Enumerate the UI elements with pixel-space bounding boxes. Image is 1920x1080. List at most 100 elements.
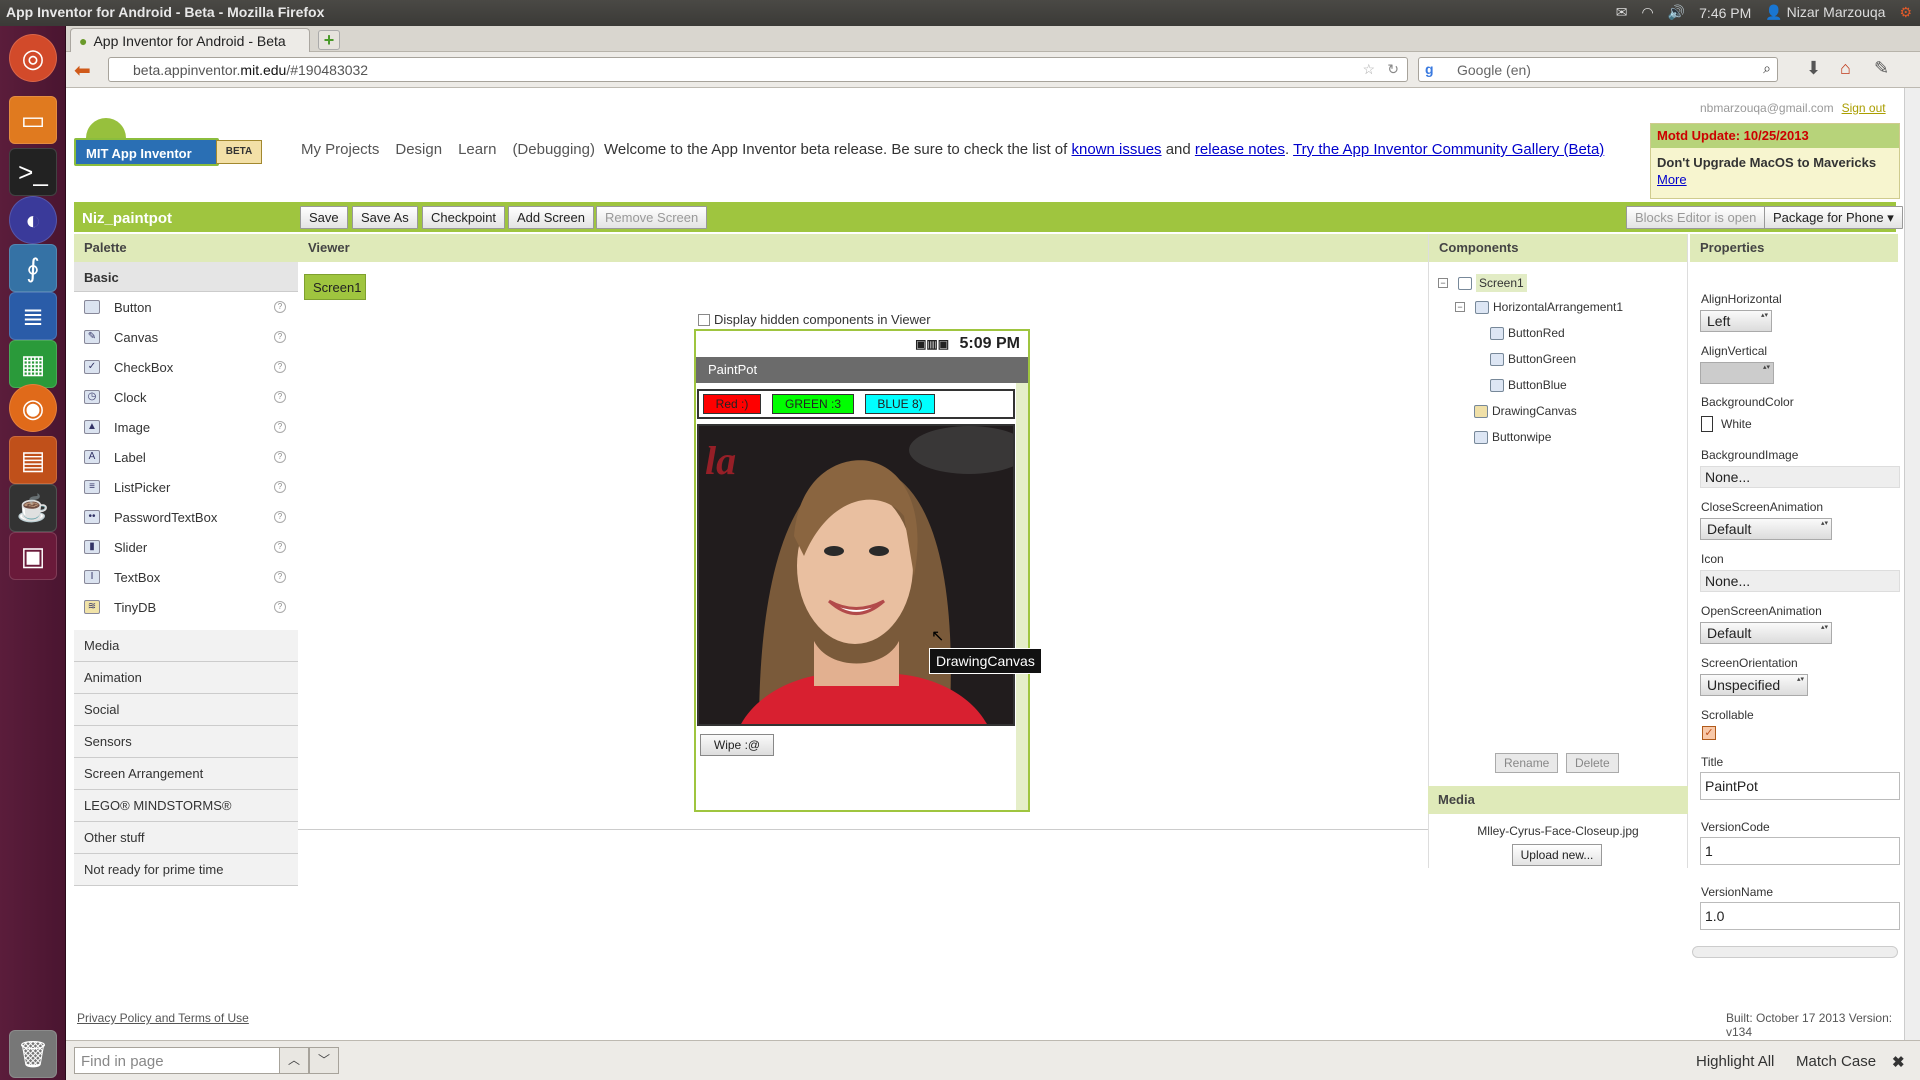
title-input[interactable]: PaintPot	[1700, 772, 1900, 800]
palette-section-screen-arrangement[interactable]: Screen Arrangement	[74, 758, 298, 790]
tree-node-screen1[interactable]: − Screen1	[1438, 274, 1527, 292]
help-icon[interactable]: ?	[274, 601, 286, 613]
palette-item-tinydb[interactable]: ≋ TinyDB?	[74, 592, 298, 622]
palette-item-textbox[interactable]: I TextBox?	[74, 562, 298, 592]
palette-item-listpicker[interactable]: ≡ ListPicker?	[74, 472, 298, 502]
button-red[interactable]: Red :)	[703, 394, 761, 414]
palette-item-canvas[interactable]: ✎ Canvas?	[74, 322, 298, 352]
tree-node-buttonwipe[interactable]: Buttonwipe	[1474, 430, 1551, 444]
bookmark-star-icon[interactable]: ☆	[1362, 61, 1375, 78]
motd-more-link[interactable]: More	[1657, 172, 1687, 187]
tree-node-buttonblue[interactable]: ButtonBlue	[1490, 378, 1567, 392]
display-hidden-checkbox[interactable]: Display hidden components in Viewer	[698, 312, 931, 327]
help-icon[interactable]: ?	[274, 571, 286, 583]
close-animation-select[interactable]: Default	[1700, 518, 1832, 540]
palette-section-media[interactable]: Media	[74, 630, 298, 662]
version-code-input[interactable]: 1	[1700, 837, 1900, 865]
scrollable-checkbox[interactable]: ✓	[1702, 726, 1716, 740]
dash-icon[interactable]: ◎	[9, 34, 57, 82]
delete-button[interactable]: Delete	[1566, 753, 1619, 773]
close-find-bar-icon[interactable]: ✖	[1892, 1053, 1905, 1071]
collapse-icon[interactable]: −	[1438, 278, 1448, 288]
save-button[interactable]: Save	[300, 206, 348, 229]
search-box[interactable]: g Google (en) ⌕	[1418, 57, 1778, 82]
icon-picker[interactable]: None...	[1700, 570, 1900, 592]
help-icon[interactable]: ?	[274, 391, 286, 403]
release-notes-link[interactable]: release notes	[1195, 141, 1285, 158]
tree-node-drawingcanvas[interactable]: DrawingCanvas	[1474, 404, 1577, 418]
user-menu[interactable]: 👤 Nizar Marzouqa	[1765, 4, 1885, 21]
save-as-button[interactable]: Save As	[352, 206, 418, 229]
button-green[interactable]: GREEN :3	[772, 394, 854, 414]
align-vertical-select[interactable]	[1700, 362, 1774, 384]
browser-tab[interactable]: ● App Inventor for Android - Beta	[70, 28, 310, 52]
highlight-all-toggle[interactable]: Highlight All	[1696, 1053, 1774, 1070]
clock[interactable]: 7:46 PM	[1699, 5, 1751, 21]
nav-debugging[interactable]: (Debugging)	[512, 141, 595, 158]
workspace-icon[interactable]: ▣	[9, 532, 57, 580]
page-scrollbar[interactable]	[1904, 88, 1920, 1040]
palette-section-animation[interactable]: Animation	[74, 662, 298, 694]
button-wipe[interactable]: Wipe :@	[700, 734, 774, 756]
nav-learn[interactable]: Learn	[458, 141, 496, 158]
reload-icon[interactable]: ↻	[1387, 61, 1399, 78]
privacy-link[interactable]: Privacy Policy and Terms of Use	[77, 1011, 249, 1025]
help-icon[interactable]: ?	[274, 481, 286, 493]
sign-out-link[interactable]: Sign out	[1842, 101, 1886, 115]
palette-section-social[interactable]: Social	[74, 694, 298, 726]
community-gallery-link[interactable]: Try the App Inventor Community Gallery (…	[1293, 141, 1604, 158]
button-blue[interactable]: BLUE 8)	[865, 394, 935, 414]
known-issues-link[interactable]: known issues	[1072, 141, 1162, 158]
collapse-icon[interactable]: −	[1455, 302, 1465, 312]
palette-item-image[interactable]: ▲ Image?	[74, 412, 298, 442]
power-icon[interactable]: ⚙	[1899, 4, 1912, 21]
writer-icon[interactable]: ≣	[9, 292, 57, 340]
palette-item-passwordtextbox[interactable]: •• PasswordTextBox?	[74, 502, 298, 532]
palette-section-lego-mindstorms[interactable]: LEGO® MINDSTORMS®	[74, 790, 298, 822]
wifi-icon[interactable]: ◠	[1641, 4, 1653, 21]
addon-icon[interactable]: ✎	[1874, 58, 1889, 79]
python-icon[interactable]: ∮	[9, 244, 57, 292]
help-icon[interactable]: ?	[274, 331, 286, 343]
align-horizontal-select[interactable]: Left	[1700, 310, 1772, 332]
palette-item-label[interactable]: A Label?	[74, 442, 298, 472]
tree-node-horizontalarrangement1[interactable]: − HorizontalArrangement1	[1455, 300, 1623, 314]
upload-new-button[interactable]: Upload new...	[1512, 844, 1602, 866]
checkbox[interactable]	[698, 313, 710, 326]
help-icon[interactable]: ?	[274, 511, 286, 523]
palette-section-other-stuff[interactable]: Other stuff	[74, 822, 298, 854]
search-icon[interactable]: ⌕	[1763, 60, 1771, 77]
open-animation-select[interactable]: Default	[1700, 622, 1832, 644]
files-icon[interactable]: ▭	[9, 96, 57, 144]
firefox-icon[interactable]: ◉	[9, 384, 57, 432]
palette-section-basic[interactable]: Basic	[74, 262, 298, 292]
home-icon[interactable]: ⌂	[1840, 58, 1851, 79]
mail-icon[interactable]: ✉	[1616, 4, 1628, 21]
version-name-input[interactable]: 1.0	[1700, 902, 1900, 930]
palette-item-button[interactable]: Button?	[74, 292, 298, 322]
package-for-phone-button[interactable]: Package for Phone ▾	[1764, 206, 1903, 229]
blocks-editor-button[interactable]: Blocks Editor is open	[1626, 206, 1766, 229]
terminal-icon[interactable]: >_	[9, 148, 57, 196]
find-next-button[interactable]: ﹀	[309, 1047, 339, 1074]
palette-section-sensors[interactable]: Sensors	[74, 726, 298, 758]
palette-item-clock[interactable]: ◷ Clock?	[74, 382, 298, 412]
back-button[interactable]: ⬅	[74, 58, 91, 83]
screen-orientation-select[interactable]: Unspecified	[1700, 674, 1808, 696]
help-icon[interactable]: ?	[274, 301, 286, 313]
properties-horizontal-scrollbar[interactable]	[1692, 946, 1898, 958]
download-icon[interactable]: ⬇	[1806, 58, 1821, 79]
background-color-value[interactable]: White	[1701, 416, 1752, 432]
drawing-canvas[interactable]: la	[697, 424, 1015, 726]
nav-my-projects[interactable]: My Projects	[301, 141, 379, 158]
match-case-toggle[interactable]: Match Case	[1796, 1053, 1876, 1070]
volume-icon[interactable]: 🔊	[1668, 4, 1685, 21]
tree-node-buttongreen[interactable]: ButtonGreen	[1490, 352, 1576, 366]
app-inventor-logo[interactable]: MIT App Inventor BETA	[74, 118, 264, 170]
screen-selector-tab[interactable]: Screen1	[304, 274, 366, 300]
background-image-picker[interactable]: None...	[1700, 466, 1900, 488]
tree-node-buttonred[interactable]: ButtonRed	[1490, 326, 1565, 340]
add-screen-button[interactable]: Add Screen	[508, 206, 594, 229]
checkpoint-button[interactable]: Checkpoint	[422, 206, 506, 229]
help-icon[interactable]: ?	[274, 361, 286, 373]
